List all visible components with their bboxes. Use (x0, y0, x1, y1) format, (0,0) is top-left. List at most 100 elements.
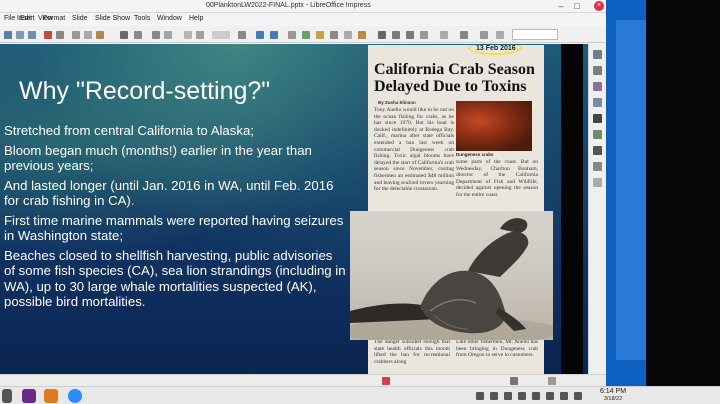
status-signature-icon (382, 377, 390, 385)
maximize-button[interactable]: □ (572, 1, 582, 11)
clock-time: 6:14 PM (599, 388, 627, 395)
taskbar-clock[interactable]: 6:14 PM 3/18/22 (596, 388, 630, 403)
sea-lion-photo (350, 211, 553, 340)
sidebar-extra-icon[interactable] (593, 178, 602, 187)
zoom-slider-icon[interactable] (510, 377, 518, 385)
save-icon[interactable] (28, 31, 36, 39)
paste-icon[interactable] (96, 31, 104, 39)
spelling-icon[interactable] (164, 31, 172, 39)
menu-window[interactable]: Window (157, 15, 182, 22)
clock-date: 3/18/22 (603, 396, 623, 402)
connectors-icon[interactable] (440, 31, 448, 39)
curves-icon[interactable] (420, 31, 428, 39)
menu-help[interactable]: Help (189, 15, 203, 22)
impress-window: 00PlanktonLW2022-FINAL.pptx - LibreOffic… (0, 0, 606, 386)
display-icon[interactable] (574, 392, 582, 400)
menu-slide-show[interactable]: Slide Show (95, 15, 130, 22)
newspaper-column-bottom-right: Like other fishermen, Mr. Anello has bee… (456, 339, 538, 359)
export-pdf-icon[interactable] (44, 31, 52, 39)
redo-icon[interactable] (134, 31, 142, 39)
crab-photo (456, 101, 532, 151)
menu-file[interactable]: File (4, 15, 15, 22)
window-title: 00PlanktonLW2022-FINAL.pptx - LibreOffic… (206, 2, 371, 9)
menu-slide[interactable]: Slide (72, 15, 88, 22)
desktop-background (606, 0, 720, 386)
handwritten-date: 13 Feb 2016 (476, 45, 516, 52)
wifi-icon[interactable] (532, 392, 540, 400)
menu-format[interactable]: Format (43, 15, 65, 22)
volume-icon[interactable] (546, 392, 554, 400)
animation-icon[interactable] (593, 82, 602, 91)
name-box[interactable] (512, 29, 558, 40)
title-bar: 00PlanktonLW2022-FINAL.pptx - LibreOffic… (0, 0, 606, 13)
minimize-button[interactable]: – (556, 1, 566, 11)
newspaper-headline: California Crab Season Delayed Due to To… (374, 61, 535, 95)
tray-icon[interactable] (490, 392, 498, 400)
styles-icon[interactable] (593, 114, 602, 123)
navigator-icon[interactable] (593, 146, 602, 155)
textbox-icon[interactable] (330, 31, 338, 39)
cut-icon[interactable] (72, 31, 80, 39)
gallery-icon[interactable] (593, 130, 602, 139)
menu-insert[interactable]: Insert (17, 15, 35, 22)
new-icon[interactable] (4, 31, 12, 39)
rectangle-icon[interactable] (392, 31, 400, 39)
open-icon[interactable] (16, 31, 24, 39)
zoom-app-icon[interactable] (68, 389, 82, 403)
bullet-item: And lasted longer (until Jan. 2016 in WA… (4, 177, 334, 209)
bullet-item: Beaches closed to shellfish harvesting, … (4, 247, 346, 310)
bullet-item: Bloom began much (months!) earlier in th… (4, 142, 312, 174)
bullet-item: Stretched from central California to Ala… (4, 123, 254, 138)
image-icon[interactable] (302, 31, 310, 39)
standard-toolbar (0, 27, 606, 43)
photo-caption: Dungeness crabs (456, 152, 494, 157)
menu-tools[interactable]: Tools (134, 15, 150, 22)
slide-canvas[interactable]: Why "Record-setting?" Stretched from cen… (0, 44, 590, 374)
files-app-icon[interactable] (44, 389, 58, 403)
line-icon[interactable] (378, 31, 386, 39)
display-views-dropdown[interactable] (212, 31, 230, 39)
menu-bar: File Edit View Insert Format Slide Slide… (0, 13, 606, 26)
fontwork-icon[interactable] (358, 31, 366, 39)
background-window (616, 20, 646, 360)
start-icon[interactable] (2, 389, 12, 403)
slide-transition-icon[interactable] (593, 66, 602, 75)
align-icon[interactable] (496, 31, 504, 39)
impress-app-icon[interactable] (22, 389, 36, 403)
properties-icon[interactable] (593, 50, 602, 59)
newspaper-column-right: some parts of the coast. But on Wednesda… (456, 159, 538, 198)
transformations-icon[interactable] (480, 31, 488, 39)
start-from-first-icon[interactable] (256, 31, 264, 39)
slide-bullets: Stretched from central California to Ala… (4, 123, 346, 314)
print-icon[interactable] (56, 31, 64, 39)
close-button[interactable]: × (594, 1, 604, 11)
chart-icon[interactable] (316, 31, 324, 39)
copy-icon[interactable] (84, 31, 92, 39)
tray-icon[interactable] (504, 392, 512, 400)
newspaper-column-bottom-left: The danger subsided enough that state he… (374, 339, 450, 365)
shapes-icon[interactable] (593, 162, 602, 171)
find-icon[interactable] (152, 31, 160, 39)
start-from-current-icon[interactable] (270, 31, 278, 39)
master-slides-icon[interactable] (593, 98, 602, 107)
sea-lion-illustration (350, 218, 553, 340)
helplines-icon[interactable] (196, 31, 204, 39)
newspaper-column-left: Tony Anello would like to be out on the … (374, 107, 454, 193)
grid-icon[interactable] (184, 31, 192, 39)
sidebar-deck (588, 44, 606, 384)
status-bar (0, 374, 606, 386)
battery-icon[interactable] (560, 392, 568, 400)
tray-icon[interactable] (518, 392, 526, 400)
slide-title: Why "Record-setting?" (19, 77, 271, 105)
newspaper-byline: By Zusha Elinson (378, 100, 416, 105)
master-slide-icon[interactable] (238, 31, 246, 39)
taskbar: 6:14 PM 3/18/22 (0, 386, 720, 404)
zoom-fit-icon[interactable] (548, 377, 556, 385)
undo-icon[interactable] (120, 31, 128, 39)
special-character-icon[interactable] (344, 31, 352, 39)
basic-shapes-icon[interactable] (460, 31, 468, 39)
tray-icon[interactable] (476, 392, 484, 400)
bullet-item: First time marine mammals were reported … (4, 212, 344, 244)
table-icon[interactable] (288, 31, 296, 39)
ellipse-icon[interactable] (406, 31, 414, 39)
